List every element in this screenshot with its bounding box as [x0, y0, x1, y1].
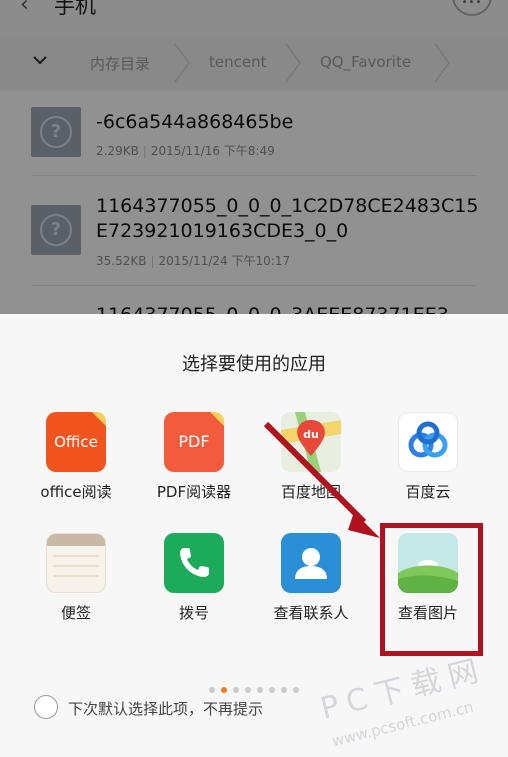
contacts-icon: [281, 533, 341, 593]
app-office-reader[interactable]: Office office阅读: [24, 412, 128, 532]
corner-tag-icon: [210, 412, 224, 426]
dim-overlay[interactable]: [0, 0, 508, 314]
page-dot: [221, 687, 227, 693]
app-contacts[interactable]: 查看联系人: [259, 533, 363, 633]
app-label: 百度地图: [280, 483, 341, 501]
app-baidu-map[interactable]: du 百度地图: [259, 412, 363, 532]
phone-icon: [164, 533, 224, 593]
app-pdf-reader[interactable]: PDF PDF阅读器: [142, 412, 246, 532]
app-label: 拨号: [178, 604, 209, 622]
remember-choice-label: 下次默认选择此项，不再提示: [68, 700, 264, 718]
corner-tag-icon: [92, 412, 106, 426]
app-label: PDF阅读器: [156, 483, 232, 501]
office-icon-text: Office: [54, 433, 98, 451]
baidu-map-icon-text: du: [303, 428, 319, 441]
app-baidu-cloud[interactable]: 百度云: [376, 412, 480, 532]
app-label: 百度云: [405, 483, 451, 501]
app-label: 便签: [60, 604, 91, 622]
baidu-cloud-icon: [398, 412, 458, 472]
app-dialer[interactable]: 拨号: [142, 533, 246, 633]
app-label: office阅读: [40, 483, 112, 501]
chooser-title: 选择要使用的应用: [182, 354, 326, 375]
page-dot: [245, 687, 251, 693]
page-dot: [269, 687, 275, 693]
app-notes[interactable]: 便签: [24, 533, 128, 633]
page-dot: [257, 687, 263, 693]
pdf-icon-text: PDF: [178, 432, 210, 451]
page-dot: [233, 687, 239, 693]
page-dot: [293, 687, 299, 693]
page-dot: [281, 687, 287, 693]
notes-icon: [46, 533, 106, 593]
pdf-icon: PDF: [164, 412, 224, 472]
app-label: 查看联系人: [273, 604, 349, 622]
remember-choice-checkbox[interactable]: [34, 695, 58, 719]
highlight-box: [380, 523, 483, 656]
baidu-map-icon: du: [281, 412, 341, 472]
office-icon: Office: [46, 412, 106, 472]
page-dot: [209, 687, 215, 693]
